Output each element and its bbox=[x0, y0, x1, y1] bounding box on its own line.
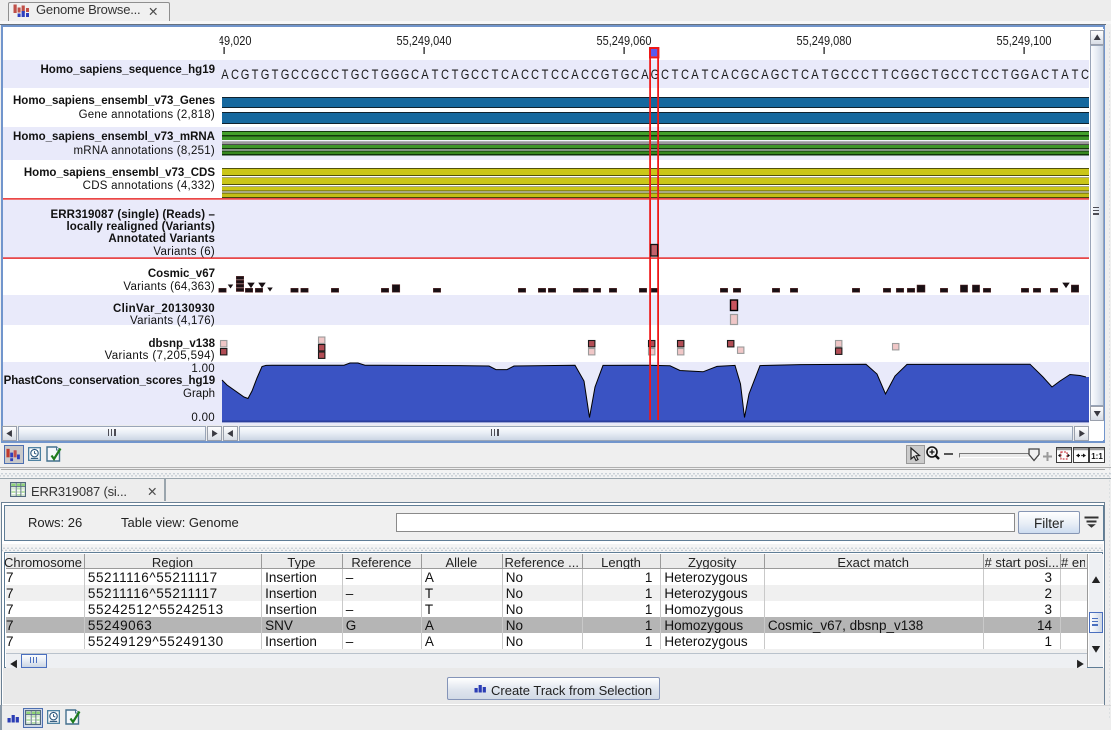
svg-text:1:1: 1:1 bbox=[1091, 452, 1103, 461]
